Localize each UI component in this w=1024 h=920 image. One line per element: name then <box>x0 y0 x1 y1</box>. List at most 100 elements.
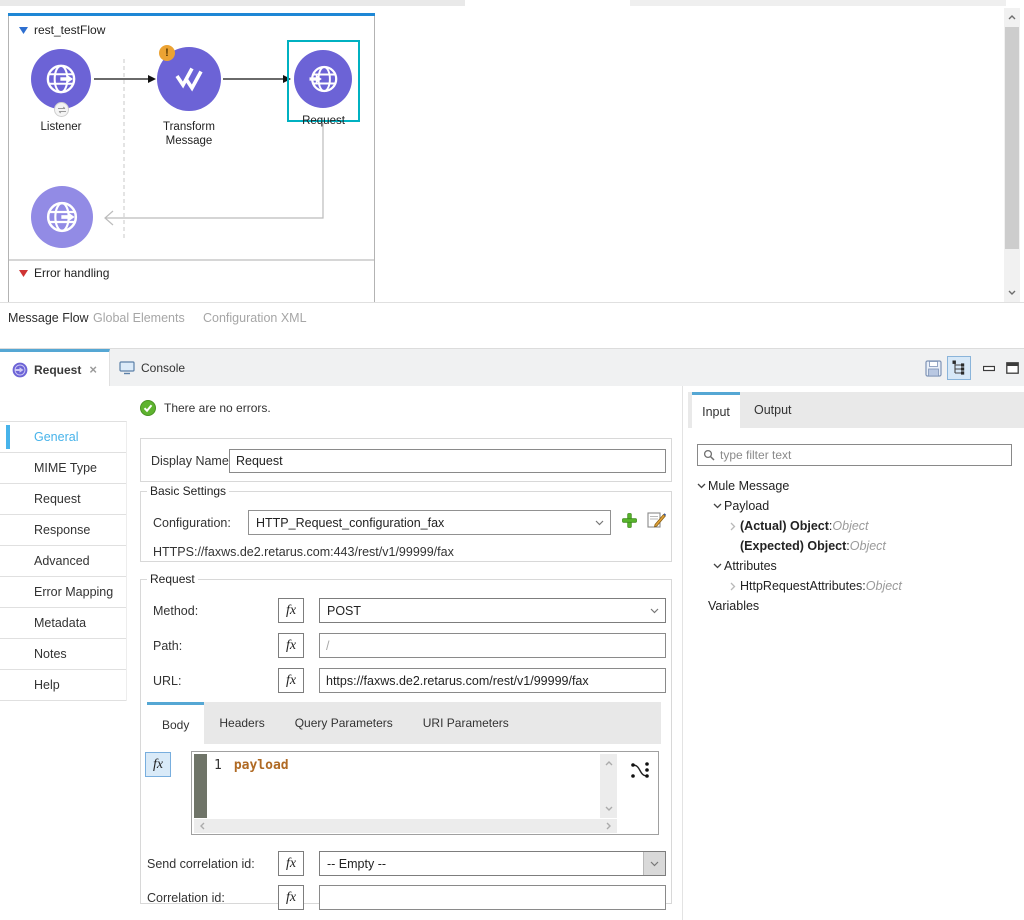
flow-container[interactable]: rest_testFlow Liste <box>8 13 375 302</box>
node-error-listener[interactable] <box>31 186 93 248</box>
save-icon <box>925 360 942 377</box>
node-request[interactable] <box>294 50 352 108</box>
collapse-triangle-icon[interactable] <box>19 269 28 277</box>
scroll-down-icon[interactable] <box>600 801 617 816</box>
tree-item-variables[interactable]: Variables <box>688 596 1018 616</box>
display-name-input[interactable] <box>229 449 666 473</box>
chevron-down-icon[interactable] <box>694 483 708 489</box>
editor-gutter <box>194 754 207 818</box>
body-fx-button[interactable]: fx <box>145 752 171 777</box>
success-check-icon <box>140 400 156 416</box>
add-configuration-button[interactable] <box>621 512 638 529</box>
sidebar-item-metadata[interactable]: Metadata <box>0 608 126 639</box>
request-group: Request Method: fx POST Path: fx URL: fx… <box>140 572 672 904</box>
scroll-up-icon[interactable] <box>600 756 617 771</box>
sidebar-item-notes[interactable]: Notes <box>0 639 126 670</box>
method-fx-button[interactable]: fx <box>278 598 304 623</box>
datasense-tree: Mule Message Payload (Actual) Object : O… <box>688 476 1018 616</box>
chevron-right-icon[interactable] <box>726 522 740 531</box>
tree-item-actual-object[interactable]: (Actual) Object : Object <box>688 516 1018 536</box>
link-with-flow-toggle[interactable] <box>947 356 971 380</box>
path-label: Path: <box>153 639 182 653</box>
chevron-down-icon[interactable] <box>643 599 665 622</box>
chevron-down-icon[interactable] <box>643 852 665 875</box>
method-select[interactable]: POST <box>319 598 666 623</box>
correlation-id-input[interactable] <box>319 885 666 910</box>
send-correlation-select[interactable]: -- Empty -- <box>319 851 666 876</box>
display-name-group: Display Name: <box>140 438 672 482</box>
scroll-right-icon[interactable] <box>606 817 611 835</box>
chevron-down-icon[interactable] <box>710 563 724 569</box>
tab-global-elements[interactable]: Global Elements <box>93 311 185 325</box>
tab-configuration-xml[interactable]: Configuration XML <box>203 311 307 325</box>
filter-box[interactable] <box>697 444 1012 466</box>
editor-vertical-scrollbar[interactable] <box>600 754 617 818</box>
chevron-down-icon[interactable] <box>588 511 610 534</box>
warning-badge-icon: ! <box>159 45 175 61</box>
scrollbar-thumb[interactable] <box>1005 27 1019 249</box>
path-fx-button[interactable]: fx <box>278 633 304 658</box>
chevron-down-icon[interactable] <box>710 503 724 509</box>
tab-headers[interactable]: Headers <box>204 702 279 744</box>
filter-input[interactable] <box>720 448 1006 462</box>
node-listener[interactable] <box>31 49 91 109</box>
tree-item-attributes[interactable]: Attributes <box>688 556 1018 576</box>
edit-configuration-button[interactable] <box>647 511 666 529</box>
tree-item-expected-object[interactable]: (Expected) Object : Object <box>688 536 1018 556</box>
editor-code: payload <box>234 758 289 773</box>
minimize-icon <box>983 364 995 372</box>
chevron-right-icon[interactable] <box>726 582 740 591</box>
editor-horizontal-scrollbar[interactable] <box>194 819 617 833</box>
tree-link-icon <box>951 360 967 376</box>
tab-output[interactable]: Output <box>740 392 806 428</box>
url-label: URL: <box>153 674 181 688</box>
tab-input[interactable]: Input <box>692 392 740 428</box>
sidebar-item-general[interactable]: General <box>0 422 126 453</box>
maximize-view-button[interactable] <box>1000 356 1024 380</box>
tab-console[interactable]: Console <box>107 349 197 387</box>
flow-section-divider <box>9 259 374 261</box>
url-input[interactable] <box>319 668 666 693</box>
sidebar-item-help[interactable]: Help <box>0 670 126 701</box>
status-row: There are no errors. <box>140 400 271 416</box>
error-handling-label: Error handling <box>34 266 109 280</box>
path-input[interactable] <box>319 633 666 658</box>
body-editor[interactable]: 1 payload <box>191 751 659 835</box>
line-number: 1 <box>214 758 222 773</box>
tree-item-http-request-attributes[interactable]: HttpRequestAttributes : Object <box>688 576 1018 596</box>
save-button[interactable] <box>921 356 945 380</box>
sidebar-item-advanced[interactable]: Advanced <box>0 546 126 577</box>
configuration-select[interactable]: HTTP_Request_configuration_fax <box>248 510 611 535</box>
properties-sidebar: General MIME Type Request Response Advan… <box>0 421 127 701</box>
flow-canvas[interactable]: rest_testFlow Liste <box>0 6 1024 302</box>
tab-request[interactable]: Request × <box>0 349 110 387</box>
canvas-vertical-scrollbar[interactable] <box>1004 8 1020 302</box>
correlation-id-fx-button[interactable]: fx <box>278 885 304 910</box>
sidebar-item-mime-type[interactable]: MIME Type <box>0 453 126 484</box>
minimize-view-button[interactable] <box>977 356 1001 380</box>
basic-settings-legend: Basic Settings <box>147 484 229 498</box>
tree-item-mule-message[interactable]: Mule Message <box>688 476 1018 496</box>
send-correlation-fx-button[interactable]: fx <box>278 851 304 876</box>
tab-message-flow[interactable]: Message Flow <box>8 311 89 325</box>
console-icon <box>119 361 135 375</box>
sidebar-item-response[interactable]: Response <box>0 515 126 546</box>
tab-uri-parameters[interactable]: URI Parameters <box>408 702 524 744</box>
dataweave-mapping-icon[interactable] <box>629 760 651 782</box>
editor-line[interactable]: 1 payload <box>214 758 289 773</box>
error-handling-header[interactable]: Error handling <box>19 266 109 280</box>
url-fx-button[interactable]: fx <box>278 668 304 693</box>
tab-body[interactable]: Body <box>147 702 204 744</box>
search-icon <box>703 449 715 461</box>
scroll-left-icon[interactable] <box>200 817 205 835</box>
collapse-triangle-icon[interactable] <box>19 26 28 34</box>
tree-item-payload[interactable]: Payload <box>688 496 1018 516</box>
sidebar-item-request[interactable]: Request <box>0 484 126 515</box>
scroll-down-icon[interactable] <box>1004 285 1020 300</box>
correlation-id-label: Correlation id: <box>147 891 225 905</box>
tab-query-parameters[interactable]: Query Parameters <box>280 702 408 744</box>
scroll-up-icon[interactable] <box>1004 10 1020 25</box>
close-icon[interactable]: × <box>89 362 97 377</box>
flow-header[interactable]: rest_testFlow <box>19 23 105 37</box>
sidebar-item-error-mapping[interactable]: Error Mapping <box>0 577 126 608</box>
